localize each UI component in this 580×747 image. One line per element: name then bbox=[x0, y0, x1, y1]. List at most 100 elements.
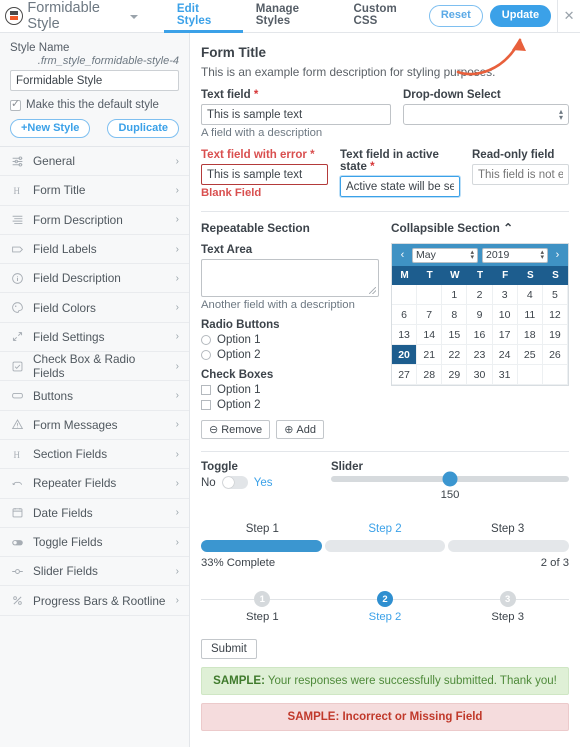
sidebar-item-section-fields-label: Section Fields bbox=[33, 447, 108, 462]
error-field-message: Blank Field bbox=[201, 187, 262, 199]
calendar-month-select[interactable]: May ▴ ▾ bbox=[412, 247, 478, 263]
calendar-day[interactable]: 13 bbox=[392, 325, 418, 345]
calendar-day[interactable]: 15 bbox=[442, 325, 468, 345]
calendar-day[interactable]: 31 bbox=[492, 365, 518, 385]
sidebar-item-toggle-fields[interactable]: Toggle Fields › bbox=[0, 527, 189, 558]
calendar-day-grid[interactable]: 1 2 3 4 5 6 7 8 9 10 11 12 13 14 15 16 17 18 19 20 21 22 23 24 2… bbox=[392, 285, 568, 385]
tab-custom-css[interactable]: Custom CSS bbox=[340, 0, 428, 33]
calendar-day[interactable]: 22 bbox=[442, 345, 468, 365]
collapsible-section-header[interactable]: Collapsible Section ⌃ bbox=[391, 221, 569, 235]
sidebar-item-field-labels[interactable]: Field Labels › bbox=[0, 234, 189, 265]
calendar-day[interactable]: 8 bbox=[442, 305, 468, 325]
calendar-day[interactable]: 30 bbox=[467, 365, 493, 385]
submit-button[interactable]: Submit bbox=[201, 639, 257, 659]
text-field-input[interactable] bbox=[201, 104, 391, 125]
calendar-day[interactable]: 26 bbox=[542, 345, 568, 365]
calendar-day[interactable]: 20 bbox=[392, 345, 418, 365]
rootline-step-3[interactable]: 3 Step 3 bbox=[446, 591, 569, 623]
reset-button[interactable]: Reset bbox=[428, 5, 483, 27]
new-style-button[interactable]: +New Style bbox=[10, 119, 91, 138]
checkbox-icon bbox=[11, 360, 24, 373]
rootline-step-2[interactable]: 2 Step 2 bbox=[324, 591, 447, 623]
sidebar-item-progress-bars-rootline[interactable]: Progress Bars & Rootline › bbox=[0, 586, 189, 616]
formidable-logo-icon bbox=[4, 7, 23, 25]
radio-option-2-label: Option 2 bbox=[217, 349, 261, 361]
slider-thumb[interactable] bbox=[442, 471, 458, 487]
calendar-prev-icon[interactable]: ‹ bbox=[397, 249, 408, 261]
textarea-input[interactable] bbox=[201, 259, 379, 297]
sidebar-item-form-description[interactable]: Form Description › bbox=[0, 205, 189, 235]
sidebar-item-repeater-fields[interactable]: Repeater Fields › bbox=[0, 469, 189, 499]
toggle-control[interactable]: No Yes bbox=[201, 476, 319, 489]
sidebar-item-buttons[interactable]: Buttons › bbox=[0, 381, 189, 411]
calendar-day[interactable]: 16 bbox=[467, 325, 493, 345]
chevron-down-icon[interactable] bbox=[129, 15, 138, 19]
close-icon[interactable]: ✕ bbox=[557, 0, 580, 33]
tab-manage-styles[interactable]: Manage Styles bbox=[243, 0, 341, 33]
sidebar-item-section-fields[interactable]: H Section Fields › bbox=[0, 439, 189, 470]
calendar-next-icon[interactable]: › bbox=[552, 249, 563, 261]
rootline-step-1[interactable]: 1 Step 1 bbox=[201, 591, 324, 623]
calendar-day[interactable]: 18 bbox=[517, 325, 543, 345]
calendar-day[interactable]: 9 bbox=[467, 305, 493, 325]
tab-edit-styles[interactable]: Edit Styles bbox=[163, 0, 243, 33]
app-title: Formidable Style bbox=[27, 0, 100, 32]
calendar-day[interactable]: 5 bbox=[542, 285, 568, 305]
checkbox-option-2[interactable]: Option 2 bbox=[201, 399, 379, 411]
checkbox-icon[interactable] bbox=[201, 400, 211, 410]
toggle-switch[interactable] bbox=[221, 476, 248, 489]
calendar-day[interactable]: 17 bbox=[492, 325, 518, 345]
radio-option-1[interactable]: Option 1 bbox=[201, 334, 379, 346]
calendar-day[interactable]: 10 bbox=[492, 305, 518, 325]
calendar-day[interactable]: 4 bbox=[517, 285, 543, 305]
sidebar-item-field-settings[interactable]: Field Settings › bbox=[0, 322, 189, 353]
checkbox-option-1[interactable]: Option 1 bbox=[201, 384, 379, 396]
calendar-day[interactable]: 14 bbox=[417, 325, 443, 345]
calendar-day[interactable]: 1 bbox=[442, 285, 468, 305]
calendar-day-empty bbox=[417, 285, 443, 305]
default-style-row[interactable]: Make this the default style bbox=[10, 97, 179, 111]
progress-segment-3 bbox=[448, 540, 570, 552]
style-name-input[interactable] bbox=[10, 70, 179, 91]
calendar-day[interactable]: 23 bbox=[467, 345, 493, 365]
calendar-day[interactable]: 25 bbox=[517, 345, 543, 365]
calendar-day[interactable]: 28 bbox=[417, 365, 443, 385]
calendar-day[interactable]: 27 bbox=[392, 365, 418, 385]
calendar-year-select[interactable]: 2019 ▴ ▾ bbox=[482, 247, 548, 263]
dropdown-select[interactable]: ▴ ▾ bbox=[403, 104, 569, 125]
slider-track[interactable] bbox=[331, 471, 569, 487]
radio-icon[interactable] bbox=[201, 350, 211, 360]
text-field-label: Text field * bbox=[201, 89, 391, 101]
sidebar-item-field-colors[interactable]: Field Colors › bbox=[0, 293, 189, 323]
slider-icon bbox=[11, 565, 24, 578]
calendar-day[interactable]: 24 bbox=[492, 345, 518, 365]
radio-option-2[interactable]: Option 2 bbox=[201, 349, 379, 361]
calendar-day[interactable]: 2 bbox=[467, 285, 493, 305]
calendar-day[interactable]: 29 bbox=[442, 365, 468, 385]
sidebar-item-slider-fields[interactable]: Slider Fields › bbox=[0, 557, 189, 587]
update-button[interactable]: Update bbox=[489, 5, 552, 27]
calendar-day[interactable]: 7 bbox=[417, 305, 443, 325]
sidebar-item-form-title[interactable]: H Form Title › bbox=[0, 176, 189, 206]
date-picker-calendar[interactable]: ‹ May ▴ ▾ 2019 ▴ ▾ › M T W T F S S 1 2 3… bbox=[391, 243, 569, 386]
calendar-day[interactable]: 11 bbox=[517, 305, 543, 325]
duplicate-button[interactable]: Duplicate bbox=[107, 119, 179, 138]
sidebar-item-field-description[interactable]: Field Description › bbox=[0, 264, 189, 294]
calendar-day[interactable]: 19 bbox=[542, 325, 568, 345]
add-row-button[interactable]: ⊕ Add bbox=[276, 420, 324, 439]
remove-row-button[interactable]: ⊖ Remove bbox=[201, 420, 271, 439]
checkbox-icon[interactable] bbox=[201, 385, 211, 395]
error-field-input[interactable] bbox=[201, 164, 328, 185]
sidebar-item-date-fields[interactable]: Date Fields › bbox=[0, 498, 189, 528]
calendar-day[interactable]: 21 bbox=[417, 345, 443, 365]
calendar-day[interactable]: 6 bbox=[392, 305, 418, 325]
sidebar-item-checkbox-radio-fields[interactable]: Check Box & Radio Fields › bbox=[0, 352, 189, 382]
calendar-day[interactable]: 3 bbox=[492, 285, 518, 305]
sidebar-item-form-messages[interactable]: Form Messages › bbox=[0, 410, 189, 440]
default-style-checkbox[interactable] bbox=[10, 97, 21, 111]
sidebar-item-general[interactable]: General › bbox=[0, 147, 189, 177]
calendar-day[interactable]: 12 bbox=[542, 305, 568, 325]
chevron-up-icon[interactable]: ⌃ bbox=[503, 221, 513, 235]
radio-icon[interactable] bbox=[201, 335, 211, 345]
active-field-input[interactable] bbox=[339, 175, 461, 198]
